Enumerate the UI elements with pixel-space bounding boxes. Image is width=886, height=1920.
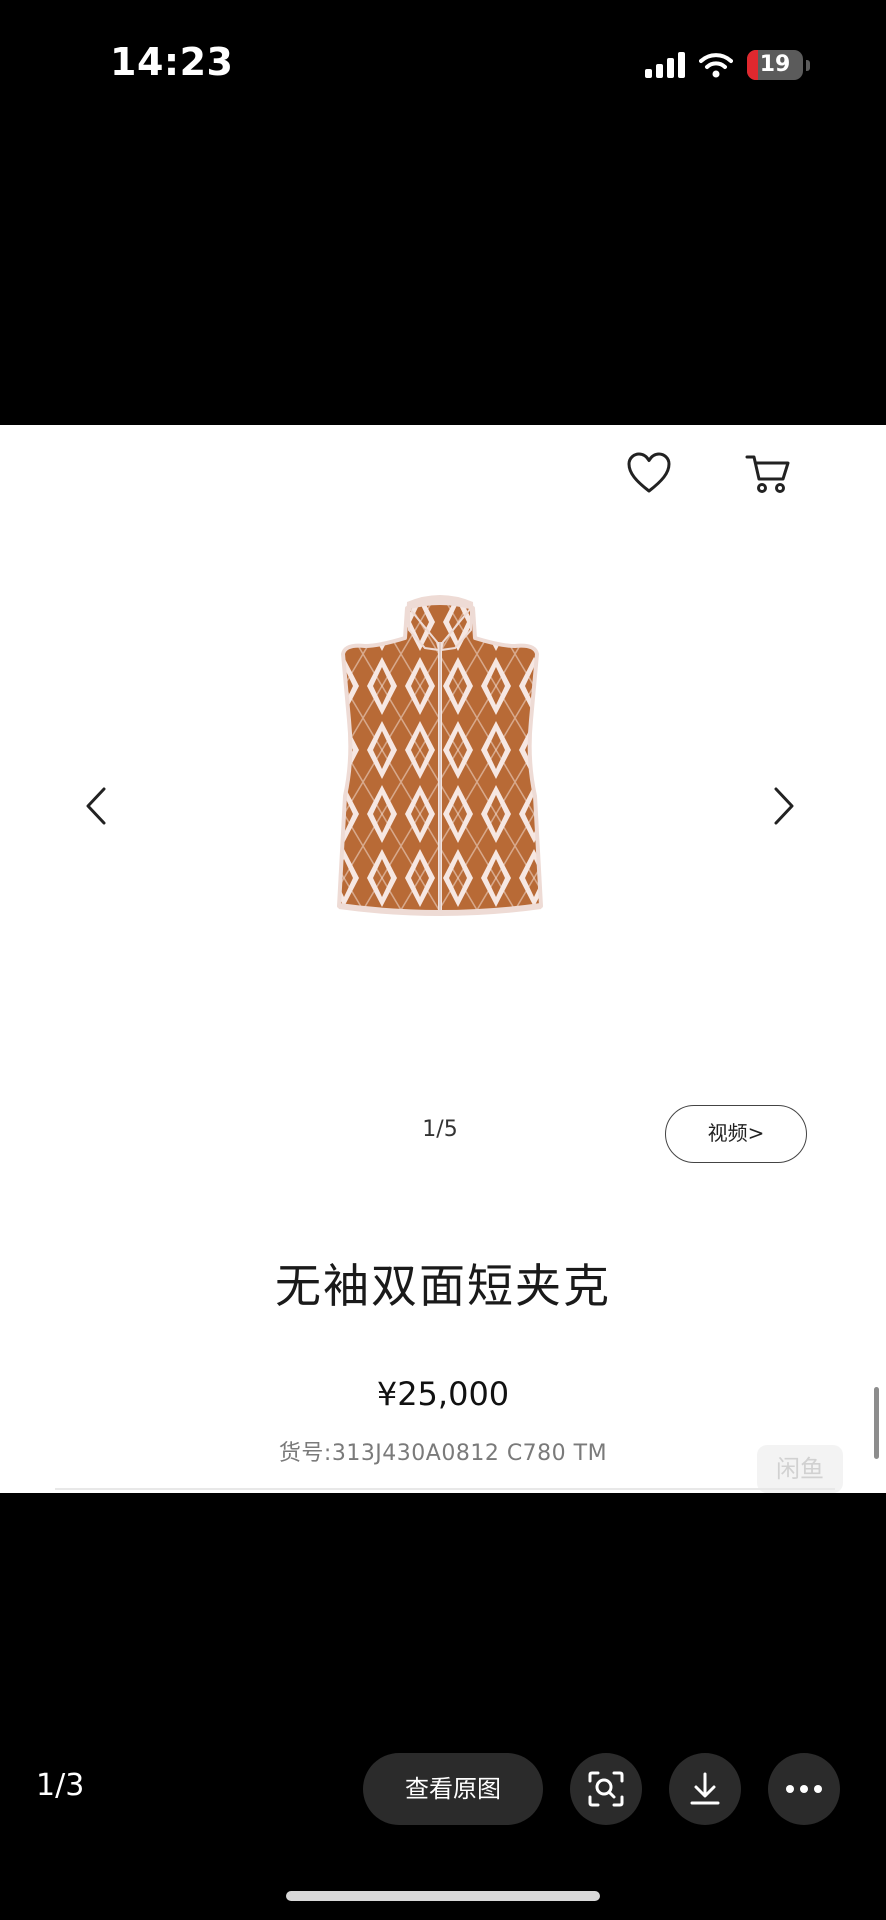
scroll-indicator bbox=[874, 1387, 879, 1459]
battery-icon: 19 bbox=[747, 50, 803, 80]
more-button[interactable] bbox=[768, 1753, 840, 1825]
image-pager: 1/5 bbox=[422, 1117, 458, 1142]
home-indicator[interactable] bbox=[286, 1891, 600, 1901]
product-image bbox=[337, 595, 543, 916]
screenshot-panel: 1/5 视频> 无袖双面短夹克 ¥25,000 货号:313J430A0812 … bbox=[0, 425, 886, 1493]
signal-icon bbox=[645, 52, 685, 78]
status-time: 14:23 bbox=[110, 40, 234, 84]
cart-icon[interactable] bbox=[744, 451, 792, 495]
wifi-icon bbox=[699, 53, 733, 78]
watermark-logo: 闲鱼 bbox=[757, 1445, 843, 1493]
scan-search-icon bbox=[588, 1771, 624, 1807]
download-button[interactable] bbox=[669, 1753, 741, 1825]
more-icon bbox=[786, 1785, 822, 1793]
product-price: ¥25,000 bbox=[376, 1375, 510, 1413]
image-viewer: 14:23 19 1/5 视频> 无袖双面短夹克 ¥25,000 货号:313J… bbox=[0, 0, 886, 1920]
battery-level: 19 bbox=[759, 52, 791, 77]
download-icon bbox=[690, 1772, 720, 1805]
product-title: 无袖双面短夹克 bbox=[275, 1259, 611, 1313]
product-sku: 货号:313J430A0812 C780 TM bbox=[278, 1441, 608, 1466]
divider bbox=[55, 1488, 835, 1490]
chevron-left-icon[interactable] bbox=[80, 783, 114, 829]
battery-tip bbox=[806, 59, 810, 71]
heart-icon[interactable] bbox=[626, 451, 672, 495]
chevron-right-icon[interactable] bbox=[766, 783, 800, 829]
view-original-button[interactable]: 查看原图 bbox=[363, 1753, 543, 1825]
status-icons: 19 bbox=[645, 48, 810, 82]
video-button[interactable]: 视频> bbox=[665, 1105, 807, 1163]
image-counter: 1/3 bbox=[36, 1768, 85, 1803]
scan-search-button[interactable] bbox=[570, 1753, 642, 1825]
